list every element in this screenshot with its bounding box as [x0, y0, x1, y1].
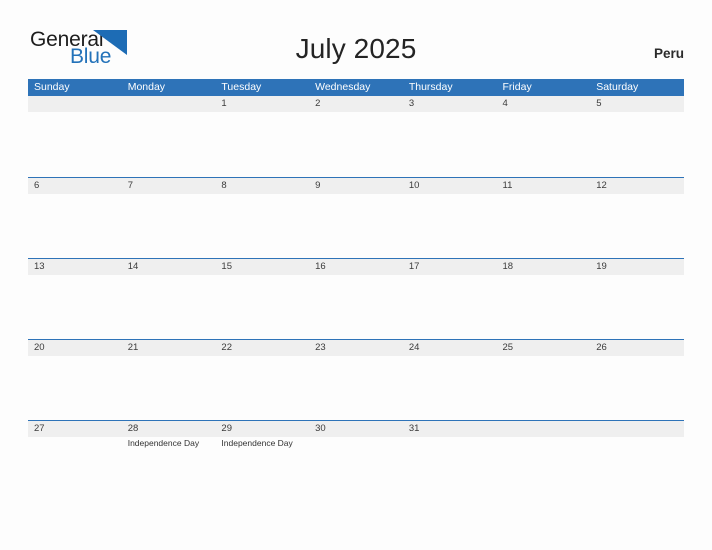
- day-cell[interactable]: 16: [309, 259, 403, 339]
- day-number: 25: [502, 342, 514, 353]
- day-cell[interactable]: 28 Independence Day: [122, 421, 216, 501]
- country-label: Peru: [653, 46, 684, 61]
- day-cell[interactable]: 6: [28, 178, 122, 258]
- day-number: 18: [502, 261, 514, 272]
- day-number: 12: [596, 180, 607, 191]
- day-number: 15: [221, 261, 232, 272]
- day-number: 20: [34, 342, 45, 353]
- weekday-header-row: Sunday Monday Tuesday Wednesday Thursday…: [28, 79, 684, 96]
- day-cell[interactable]: 30: [309, 421, 403, 501]
- day-number: 14: [127, 261, 139, 272]
- day-number: [596, 421, 684, 437]
- day-cell[interactable]: 2: [309, 96, 403, 177]
- weekday-header-tuesday: Tuesday: [221, 81, 262, 93]
- day-number: 11: [502, 180, 513, 191]
- day-number: 22: [221, 342, 232, 353]
- day-number: 1: [221, 98, 227, 109]
- day-number: 19: [596, 261, 607, 272]
- day-cell[interactable]: 9: [309, 178, 403, 258]
- day-cell[interactable]: 22: [215, 340, 309, 420]
- day-cell[interactable]: 26: [590, 340, 684, 420]
- day-event: Independence Day: [127, 438, 200, 448]
- day-number: 3: [408, 98, 415, 109]
- day-number: 30: [315, 423, 326, 434]
- day-number: 28: [127, 423, 139, 434]
- day-number: 6: [34, 180, 40, 191]
- day-number: 21: [127, 342, 139, 353]
- day-cell[interactable]: 31: [403, 421, 497, 501]
- weekday-header-thursday: Thursday: [408, 81, 453, 93]
- day-number: [34, 96, 122, 112]
- day-cell[interactable]: [590, 421, 684, 501]
- day-cell[interactable]: 13: [28, 259, 122, 339]
- day-cell[interactable]: 27: [28, 421, 122, 501]
- day-cell[interactable]: [122, 96, 216, 177]
- day-number: [128, 96, 216, 112]
- weekday-header-friday: Friday: [502, 81, 532, 93]
- day-number: 7: [127, 180, 133, 191]
- day-number: 4: [502, 98, 508, 109]
- day-cell[interactable]: 23: [309, 340, 403, 420]
- day-number: 23: [315, 342, 326, 353]
- day-number: 26: [596, 342, 607, 353]
- day-cell[interactable]: 24: [403, 340, 497, 420]
- calendar-page: General Blue July 2025 Peru Sunday Monda…: [0, 0, 712, 550]
- day-number: 17: [408, 261, 420, 272]
- week-row: 6 7 8 9 10 11 12: [28, 177, 684, 258]
- day-number: 16: [315, 261, 326, 272]
- day-cell[interactable]: 25: [497, 340, 591, 420]
- day-cell[interactable]: 5: [590, 96, 684, 177]
- day-number: 29: [221, 423, 232, 434]
- week-row: 20 21 22 23 24 25 26: [28, 339, 684, 420]
- day-cell[interactable]: 18: [497, 259, 591, 339]
- day-number: 10: [408, 180, 420, 191]
- weekday-header-sunday: Sunday: [34, 81, 70, 93]
- week-row: 1 2 3 4 5: [28, 96, 684, 177]
- weekday-header-saturday: Saturday: [596, 81, 639, 93]
- day-number: 31: [408, 423, 420, 434]
- page-header: General Blue July 2025 Peru: [0, 0, 712, 78]
- day-number: 5: [596, 98, 602, 109]
- day-cell[interactable]: 3: [403, 96, 497, 177]
- day-number: [503, 421, 591, 437]
- day-number: 27: [34, 423, 45, 434]
- day-cell[interactable]: 29 Independence Day: [215, 421, 309, 501]
- day-cell[interactable]: 11: [497, 178, 591, 258]
- day-number: 8: [221, 180, 227, 191]
- day-cell[interactable]: 12: [590, 178, 684, 258]
- day-event: Independence Day: [221, 438, 293, 448]
- day-number: 9: [315, 180, 321, 191]
- weekday-header-wednesday: Wednesday: [315, 81, 371, 93]
- day-cell[interactable]: [497, 421, 591, 501]
- day-cell[interactable]: 15: [215, 259, 309, 339]
- day-cell[interactable]: 19: [590, 259, 684, 339]
- day-cell[interactable]: 14: [122, 259, 216, 339]
- day-cell[interactable]: [28, 96, 122, 177]
- week-row: 13 14 15 16 17 18 19: [28, 258, 684, 339]
- week-row: 27 28 Independence Day 29 Independence Day…: [28, 420, 684, 501]
- day-number: 2: [315, 98, 321, 109]
- calendar-grid: Sunday Monday Tuesday Wednesday Thursday…: [28, 79, 684, 501]
- weekday-header-monday: Monday: [127, 81, 166, 93]
- day-number: 13: [34, 261, 45, 272]
- day-cell[interactable]: 1: [215, 96, 309, 177]
- day-cell[interactable]: 10: [403, 178, 497, 258]
- day-cell[interactable]: 8: [215, 178, 309, 258]
- page-title: July 2025: [295, 33, 417, 64]
- day-cell[interactable]: 7: [122, 178, 216, 258]
- day-cell[interactable]: 4: [497, 96, 591, 177]
- day-cell[interactable]: 21: [122, 340, 216, 420]
- day-cell[interactable]: 20: [28, 340, 122, 420]
- day-number: 24: [408, 342, 420, 353]
- day-cell[interactable]: 17: [403, 259, 497, 339]
